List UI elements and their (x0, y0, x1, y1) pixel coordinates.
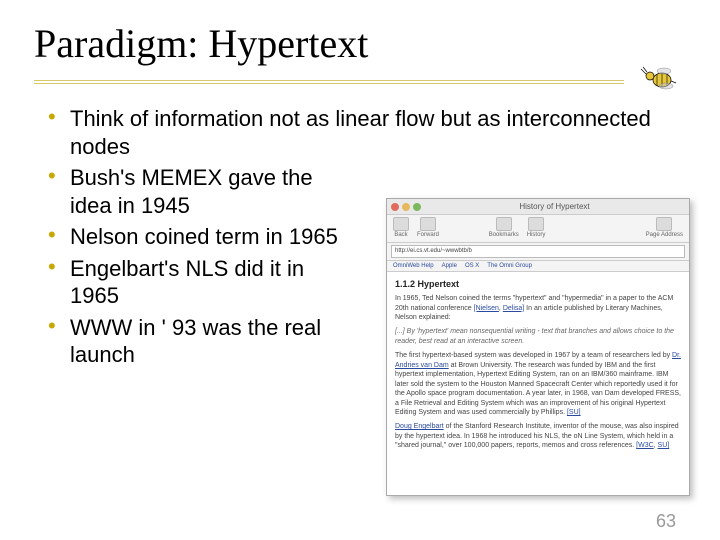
bullet-item: WWW in ' 93 was the real launch (48, 312, 350, 371)
page-content: 1.1.2 Hypertext In 1965, Ted Nelson coin… (387, 272, 689, 460)
window-titlebar: History of Hypertext (387, 199, 689, 215)
title-divider (34, 71, 720, 89)
citation-link: [Nielsen (474, 305, 499, 312)
citation-link: [W3C (636, 442, 654, 449)
browser-toolbar: Back Forward Bookmarks History Page Addr… (387, 215, 689, 243)
slide-title: Paradigm: Hypertext (0, 0, 720, 67)
bullet-item: Engelbart's NLS did it in 1965 (48, 253, 350, 312)
zoom-icon (413, 203, 421, 211)
bullet-item: Bush's MEMEX gave the idea in 1945 (48, 162, 350, 221)
citation-link: [SU] (567, 409, 581, 416)
citation-link: Delisa] (503, 305, 524, 312)
favorite-link: OmniWeb Help (393, 263, 434, 269)
mascot-icon (632, 64, 678, 94)
minimize-icon (402, 203, 410, 211)
favorite-link: OS X (465, 263, 479, 269)
bookmarks-button: Bookmarks (489, 217, 519, 238)
back-icon (393, 217, 409, 231)
browser-screenshot: History of Hypertext Back Forward Bookma… (386, 198, 690, 496)
history-icon (528, 217, 544, 231)
back-button: Back (393, 217, 409, 238)
content-quote: [...] By 'hypertext' mean nonsequential … (395, 327, 681, 346)
bullet-item: Nelson coined term in 1965 (48, 221, 350, 253)
content-para: The first hypertext-based system was dev… (395, 351, 681, 417)
content-para: In 1965, Ted Nelson coined the terms "hy… (395, 294, 681, 322)
forward-button: Forward (417, 217, 439, 238)
favorite-link: Apple (442, 263, 457, 269)
page-number: 63 (656, 511, 676, 532)
address-bar: http://ei.cs.vt.edu/~wwwbtb/b (387, 243, 689, 261)
citation-link: SU] (658, 442, 670, 449)
favorites-bar: OmniWeb Help Apple OS X The Omni Group (387, 261, 689, 272)
divider-line (34, 80, 624, 84)
person-link: Doug Engelbart (395, 423, 444, 430)
history-button: History (527, 217, 546, 238)
bookmarks-icon (496, 217, 512, 231)
page-address-label: Page Address (646, 217, 683, 238)
address-icon (656, 217, 672, 231)
content-para: Doug Engelbart of the Stanford Research … (395, 422, 681, 450)
forward-icon (420, 217, 436, 231)
favorite-link: The Omni Group (487, 263, 532, 269)
window-title: History of Hypertext (424, 202, 685, 211)
content-heading: 1.1.2 Hypertext (395, 278, 681, 290)
close-icon (391, 203, 399, 211)
bullet-item: Think of information not as linear flow … (48, 103, 678, 162)
url-field: http://ei.cs.vt.edu/~wwwbtb/b (391, 245, 685, 258)
